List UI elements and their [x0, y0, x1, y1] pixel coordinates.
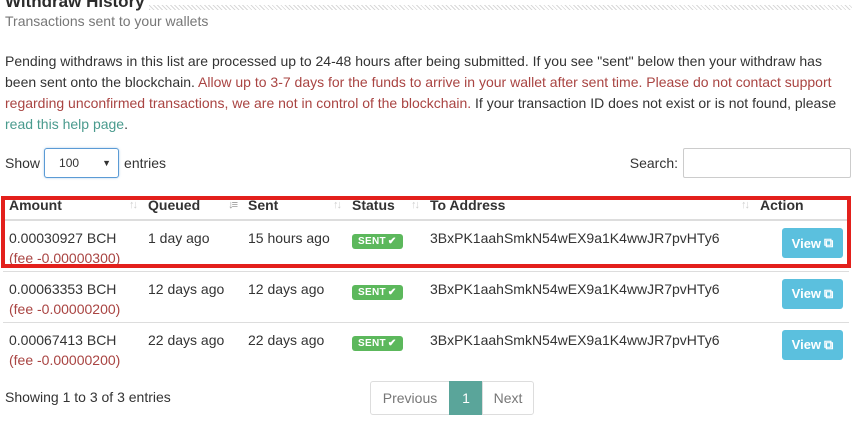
- column-header-amount[interactable]: Amount ↑↓: [3, 190, 142, 221]
- withdraw-notice: Pending withdraws in this list are proce…: [5, 51, 845, 135]
- amount-value: 0.00067413 BCH: [9, 331, 117, 348]
- check-icon: ✔: [387, 337, 397, 349]
- sort-icon: ↑↓: [741, 199, 750, 211]
- sort-amount-desc-icon: ↓≡: [228, 199, 238, 211]
- amount-cell: 0.00067413 BCH (fee -0.00000200): [3, 321, 142, 373]
- external-link-icon: ⧉: [824, 285, 834, 301]
- view-button[interactable]: View ⧉: [782, 329, 843, 360]
- view-button[interactable]: View ⧉: [782, 278, 843, 309]
- status-cell: SENT ✔: [346, 321, 424, 373]
- amount-cell: 0.00030927 BCH (fee -0.00000300): [3, 220, 142, 271]
- search-input[interactable]: [683, 148, 851, 178]
- pagination: Previous 1 Next: [370, 381, 534, 415]
- column-header-queued[interactable]: Queued ↓≡: [142, 190, 242, 221]
- queued-cell: 22 days ago: [142, 321, 242, 373]
- check-icon: ✔: [387, 286, 397, 298]
- check-icon: ✔: [387, 236, 397, 247]
- action-cell: View ⧉: [754, 270, 849, 322]
- show-label: Show: [5, 155, 41, 171]
- page-subtitle: Transactions sent to your wallets: [5, 13, 209, 29]
- page-1-button[interactable]: 1: [449, 381, 483, 415]
- sent-cell: 22 days ago: [242, 321, 346, 373]
- table-row: 0.00063353 BCH (fee -0.00000200) 12 days …: [3, 270, 849, 322]
- entries-per-page-value: 100: [59, 156, 80, 170]
- table-search: Search:: [630, 148, 851, 178]
- address-cell: 3BxPK1aahSmkN54wEX9a1K4wwJR7pvHTy6: [424, 321, 754, 373]
- table-info: Showing 1 to 3 of 3 entries: [5, 389, 171, 405]
- view-button[interactable]: View ⧉: [782, 228, 843, 258]
- address-cell: 3BxPK1aahSmkN54wEX9a1K4wwJR7pvHTy6: [424, 270, 754, 322]
- external-link-icon: ⧉: [824, 235, 834, 250]
- sort-icon: ↑↓: [411, 199, 420, 211]
- sent-cell: 15 hours ago: [248, 230, 330, 246]
- notice-text-2: If your transaction ID does not exist or…: [471, 95, 837, 111]
- status-cell: SENT ✔: [346, 220, 424, 271]
- column-header-sent[interactable]: Sent ↑↓: [242, 190, 346, 221]
- address-cell: 3BxPK1aahSmkN54wEX9a1K4wwJR7pvHTy6: [430, 230, 720, 246]
- entries-length-control: Show 100 ▼ entries: [5, 148, 166, 178]
- queued-cell: 1 day ago: [148, 230, 210, 246]
- status-badge: SENT ✔: [352, 335, 403, 351]
- entries-label: entries: [124, 155, 167, 171]
- amount-value: 0.00063353 BCH: [9, 280, 117, 297]
- external-link-icon: ⧉: [824, 336, 834, 352]
- status-badge: SENT ✔: [352, 234, 403, 249]
- help-page-link[interactable]: read this help page: [5, 116, 124, 132]
- search-label: Search:: [629, 155, 678, 171]
- sort-icon: ↑↓: [333, 199, 342, 211]
- next-page-button[interactable]: Next: [482, 381, 534, 415]
- action-cell: View ⧉: [754, 321, 849, 373]
- page-header: Withdraw History: [5, 0, 854, 12]
- caret-down-icon: ▼: [102, 158, 112, 168]
- page-title: Withdraw History: [5, 0, 149, 12]
- fee-value: (fee -0.00000300): [9, 250, 121, 266]
- notice-period: .: [124, 116, 128, 132]
- column-header-action: Action: [754, 190, 849, 221]
- previous-page-button[interactable]: Previous: [370, 381, 450, 415]
- column-header-to-address[interactable]: To Address ↑↓: [424, 190, 754, 221]
- table-row: 0.00067413 BCH (fee -0.00000200) 22 days …: [3, 321, 849, 373]
- fee-value: (fee -0.00000200): [9, 351, 121, 368]
- column-header-status[interactable]: Status ↑↓: [346, 190, 424, 221]
- withdraw-history-table: Amount ↑↓ Queued ↓≡ Sent ↑↓ Status ↑↓ To Add…: [3, 190, 849, 373]
- status-badge: SENT ✔: [352, 284, 403, 300]
- table-header-row: Amount ↑↓ Queued ↓≡ Sent ↑↓ Status ↑↓ To Add…: [3, 190, 849, 221]
- sent-cell: 12 days ago: [242, 270, 346, 322]
- entries-per-page-select[interactable]: 100 ▼: [44, 148, 120, 178]
- fee-value: (fee -0.00000200): [9, 300, 121, 317]
- queued-cell: 12 days ago: [142, 270, 242, 322]
- sort-icon: ↑↓: [129, 199, 138, 211]
- action-cell: View ⧉: [754, 220, 849, 271]
- amount-cell: 0.00063353 BCH (fee -0.00000200): [3, 270, 142, 322]
- amount-value: 0.00030927 BCH: [9, 230, 117, 246]
- table-row: 0.00030927 BCH (fee -0.00000300) 1 day ag…: [3, 220, 849, 271]
- status-cell: SENT ✔: [346, 270, 424, 322]
